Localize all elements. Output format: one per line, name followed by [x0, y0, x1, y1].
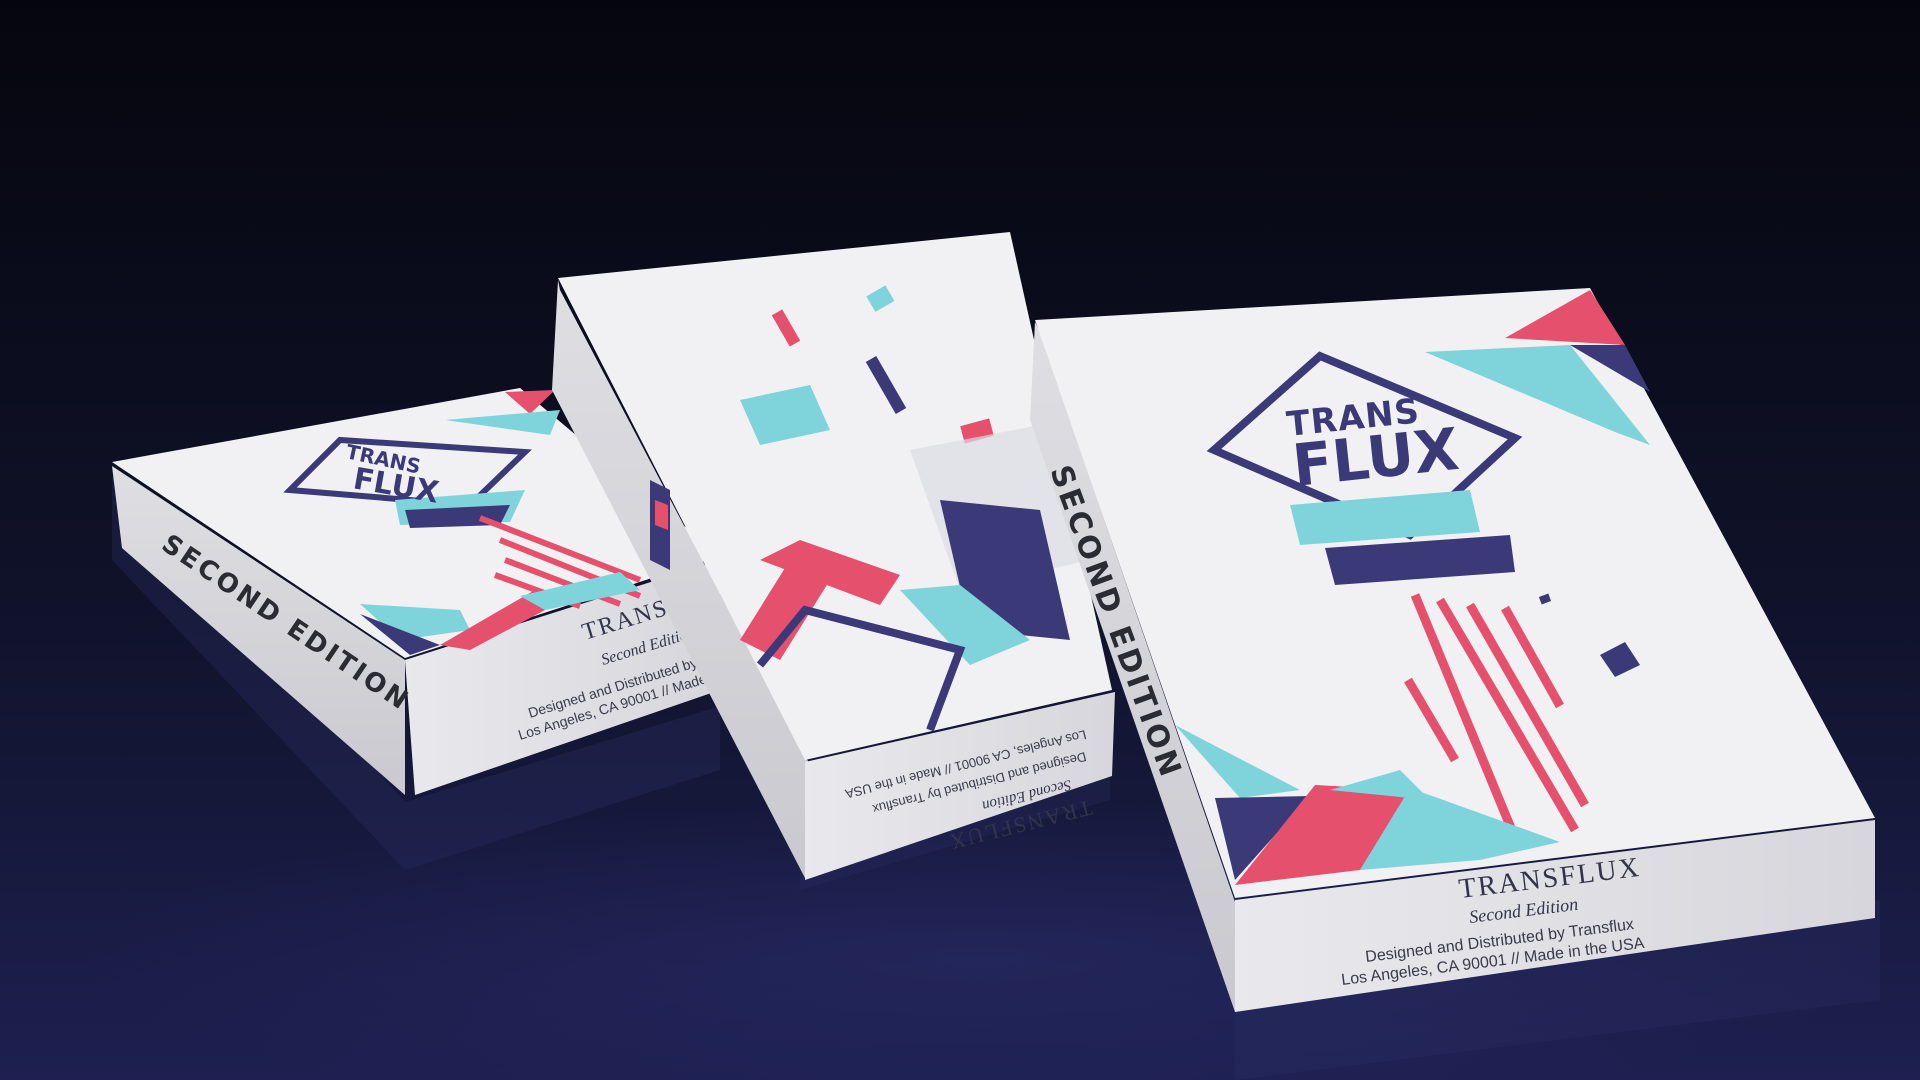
- product-scene: TRANS FLUX SECOND EDITION TRANSFLUX Seco…: [0, 0, 1920, 1080]
- box-middle-side-mark-coral: [655, 500, 668, 530]
